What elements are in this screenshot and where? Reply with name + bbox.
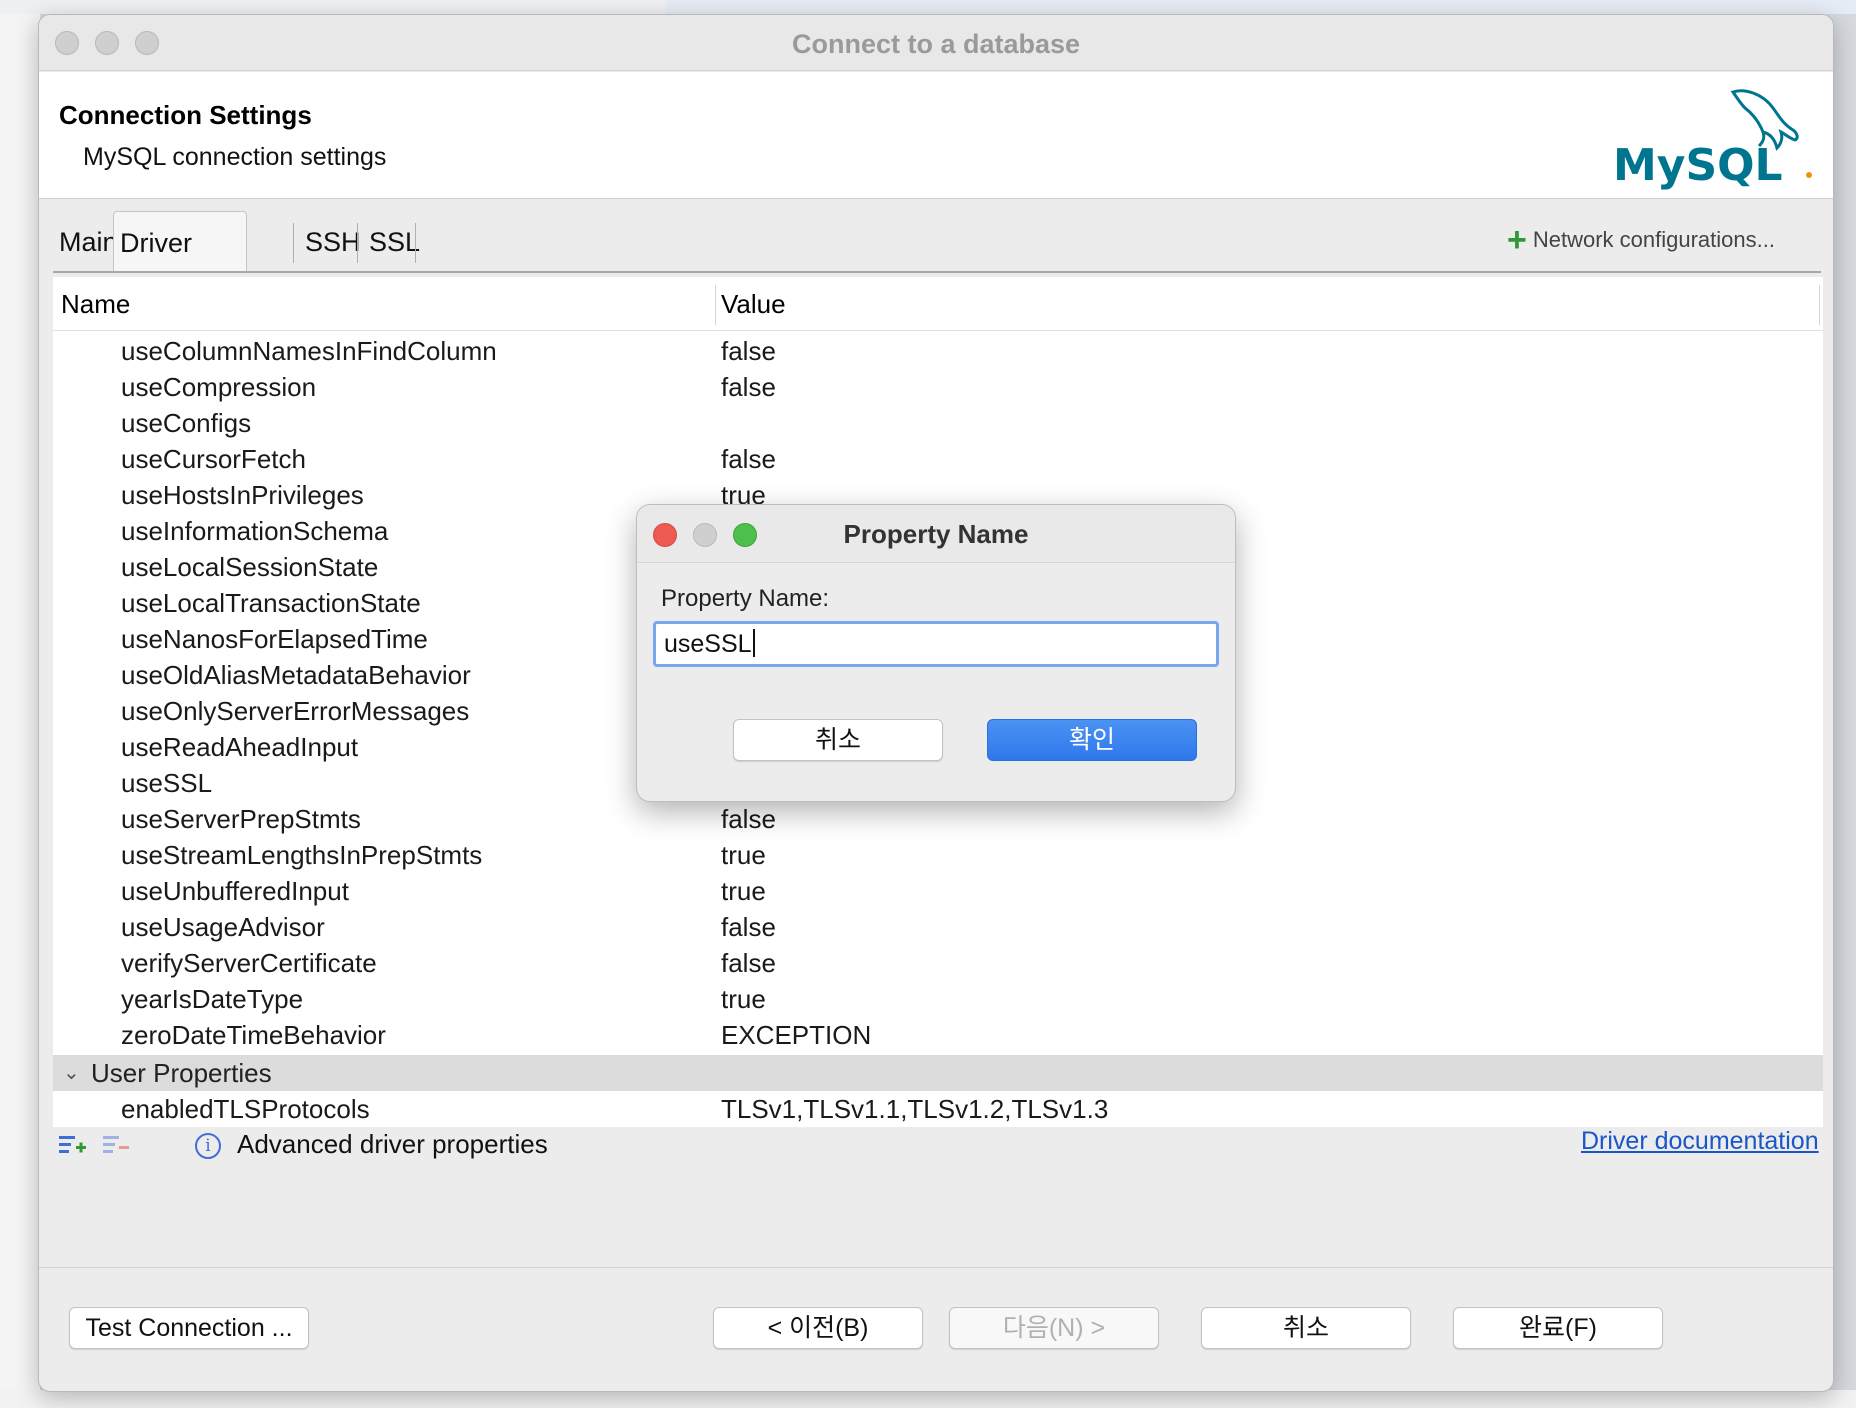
window-titlebar[interactable]: Connect to a database	[39, 15, 1833, 71]
property-value[interactable]: TLSv1,TLSv1.1,TLSv1.2,TLSv1.3	[721, 1091, 1108, 1127]
table-row[interactable]: enabledTLSProtocols TLSv1,TLSv1.1,TLSv1.…	[53, 1091, 1823, 1127]
tab-underline	[53, 271, 1821, 273]
window-title: Connect to a database	[791, 29, 1081, 59]
property-name: useSSL	[121, 768, 213, 798]
properties-toolbar: i Advanced driver properties Driver docu…	[53, 1127, 1823, 1167]
network-configurations-button[interactable]: + Network configurations...	[1507, 221, 1775, 260]
property-name: zeroDateTimeBehavior	[121, 1020, 386, 1050]
tab-separator	[415, 223, 416, 263]
background-app-strip	[0, 0, 1856, 14]
dialog-title: Property Name	[843, 519, 1029, 549]
property-value[interactable]: false	[721, 909, 776, 945]
next-button[interactable]: 다음(N) >	[949, 1307, 1159, 1349]
table-row[interactable]: useColumnNamesInFindColumn false	[53, 333, 1823, 369]
table-row[interactable]: yearIsDateType true	[53, 981, 1823, 1017]
column-header-name[interactable]: Name	[61, 289, 130, 320]
cancel-button[interactable]: 취소	[1201, 1307, 1411, 1349]
property-name: useStreamLengthsInPrepStmts	[121, 840, 483, 870]
add-property-icon[interactable]	[57, 1131, 87, 1161]
table-row[interactable]: zeroDateTimeBehavior EXCEPTION	[53, 1017, 1823, 1053]
tab-driver-properties[interactable]: Driver properties	[113, 211, 248, 320]
table-row[interactable]: useServerPrepStmts false	[53, 801, 1823, 837]
tab-separator	[357, 223, 358, 263]
back-button[interactable]: < 이전(B)	[713, 1307, 923, 1349]
property-name: useNanosForElapsedTime	[121, 624, 428, 654]
test-connection-button[interactable]: Test Connection ...	[69, 1307, 309, 1349]
property-value[interactable]: false	[721, 333, 776, 369]
property-name: useCursorFetch	[121, 444, 306, 474]
property-value[interactable]: true	[721, 837, 766, 873]
mysql-logo-text: MySQL	[1613, 140, 1783, 190]
property-value[interactable]: true	[721, 873, 766, 909]
group-row-user-properties[interactable]: ⌄ User Properties	[53, 1055, 1823, 1091]
property-name: useUsageAdvisor	[121, 912, 325, 942]
table-row[interactable]: verifyServerCertificate false	[53, 945, 1823, 981]
property-name-input[interactable]: useSSL	[653, 621, 1219, 667]
plus-icon: +	[1507, 221, 1527, 259]
property-name-input-value: useSSL	[664, 630, 752, 658]
settings-header: Connection Settings MySQL connection set…	[39, 72, 1833, 199]
property-name: useInformationSchema	[121, 516, 389, 546]
property-name-label: Property Name:	[661, 585, 830, 612]
advanced-properties-label: Advanced driver properties	[237, 1129, 548, 1159]
mysql-logo: MySQL	[1613, 89, 1812, 190]
table-row[interactable]: useUsageAdvisor false	[53, 909, 1823, 945]
property-value[interactable]: false	[721, 945, 776, 981]
text-caret	[752, 629, 755, 657]
table-row[interactable]: useStreamLengthsInPrepStmts true	[53, 837, 1823, 873]
dialog-ok-button[interactable]: 확인	[987, 719, 1197, 761]
property-name: enabledTLSProtocols	[121, 1094, 370, 1124]
property-name: useLocalTransactionState	[121, 588, 421, 618]
property-name: useLocalSessionState	[121, 552, 379, 582]
group-label: User Properties	[91, 1058, 272, 1088]
dialog-cancel-button[interactable]: 취소	[733, 719, 943, 761]
background-app-panel	[0, 14, 40, 1408]
footer-divider	[39, 1267, 1833, 1268]
table-row[interactable]: useCompression false	[53, 369, 1823, 405]
property-name: useReadAheadInput	[121, 732, 359, 762]
table-row[interactable]: useUnbufferedInput true	[53, 873, 1823, 909]
property-name: useHostsInPrivileges	[121, 480, 364, 510]
finish-button[interactable]: 완료(F)	[1453, 1307, 1663, 1349]
column-separator[interactable]	[715, 285, 716, 325]
background-app-toolbar	[666, 0, 1856, 14]
property-name: verifyServerCertificate	[121, 948, 377, 978]
property-value[interactable]: false	[721, 441, 776, 477]
property-name: useConfigs	[121, 408, 252, 438]
column-separator	[1819, 285, 1820, 325]
property-name: useCompression	[121, 372, 317, 402]
dialog-titlebar[interactable]: Property Name	[637, 505, 1235, 563]
property-name: yearIsDateType	[121, 984, 304, 1014]
remove-property-icon[interactable]	[101, 1131, 131, 1161]
property-value[interactable]: false	[721, 801, 776, 837]
property-name: useColumnNamesInFindColumn	[121, 336, 497, 366]
tab-ssl[interactable]: SSL	[363, 211, 426, 273]
column-header-value[interactable]: Value	[721, 289, 786, 320]
property-name: useOldAliasMetadataBehavior	[121, 660, 471, 690]
page-title: Connection Settings	[59, 100, 312, 130]
table-row[interactable]: useConfigs	[53, 405, 1823, 441]
page-subtitle: MySQL connection settings	[83, 143, 387, 171]
tab-separator	[293, 223, 294, 263]
property-name: useOnlyServerErrorMessages	[121, 696, 470, 726]
driver-documentation-link[interactable]: Driver documentation	[1581, 1127, 1819, 1156]
property-value[interactable]: true	[721, 981, 766, 1017]
property-name-dialog: Property Name Property Name: useSSL 취소 확…	[636, 504, 1236, 802]
property-name: useUnbufferedInput	[121, 876, 349, 906]
network-configurations-label: Network configurations...	[1532, 227, 1775, 252]
property-value[interactable]: false	[721, 369, 776, 405]
chevron-down-icon[interactable]: ⌄	[63, 1055, 80, 1091]
table-header: Name Value	[53, 277, 1823, 331]
table-row[interactable]: useCursorFetch false	[53, 441, 1823, 477]
property-name: useServerPrepStmts	[121, 804, 361, 834]
property-value[interactable]: EXCEPTION	[721, 1017, 871, 1053]
info-icon: i	[195, 1133, 221, 1159]
background-app-bottom	[0, 1390, 1856, 1408]
